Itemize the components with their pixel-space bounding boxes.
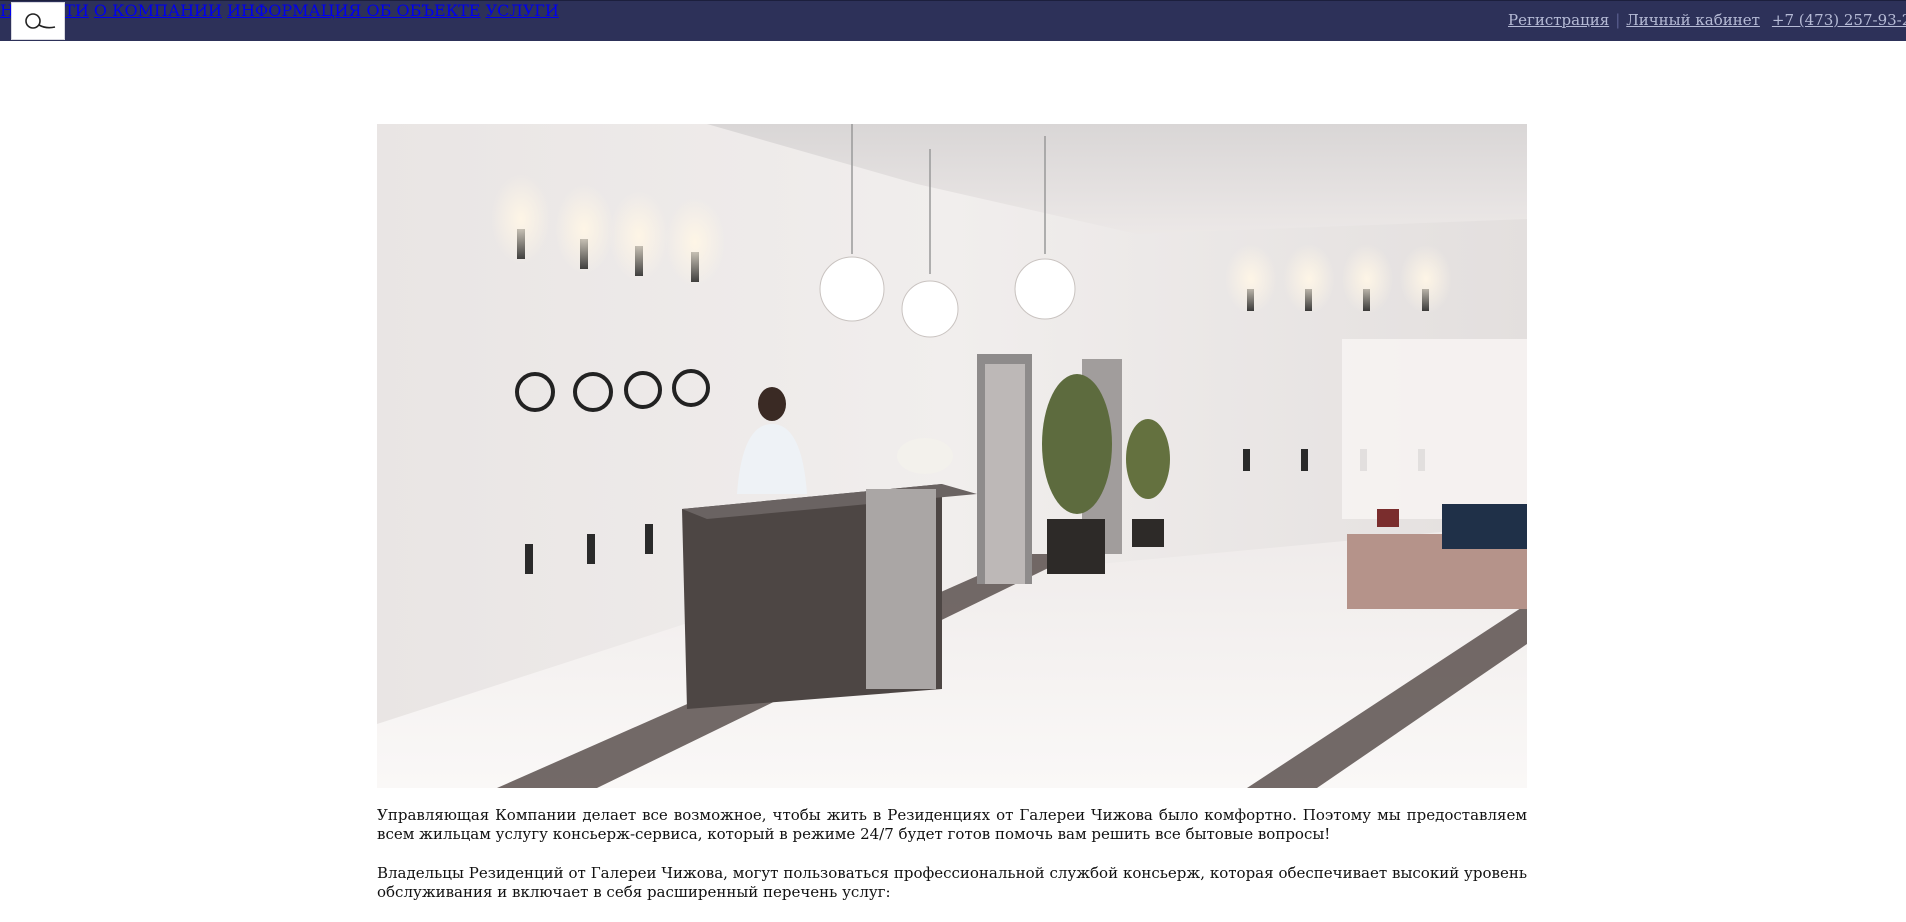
nav-about-company[interactable]: О КОМПАНИИ (94, 1, 222, 20)
personal-cabinet-link[interactable]: Личный кабинет (1626, 11, 1760, 29)
separator: | (1615, 11, 1621, 29)
phone-link[interactable]: +7 (473) 257-93-27 (1772, 11, 1906, 29)
register-link[interactable]: Регистрация (1508, 11, 1609, 29)
logo-search-mark-icon (25, 13, 56, 29)
top-navigation-bar: НОВОСТИ О КОМПАНИИ ИНФОРМАЦИЯ ОБ ОБЪЕКТЕ… (0, 0, 1906, 41)
main-content: Управляющая Компании делает все возможно… (377, 806, 1527, 922)
concierge-paragraph: Владельцы Резиденций от Галереи Чижова, … (377, 864, 1527, 901)
nav-object-info[interactable]: ИНФОРМАЦИЯ ОБ ОБЪЕКТЕ (227, 1, 480, 20)
intro-paragraph: Управляющая Компании делает все возможно… (377, 806, 1527, 843)
logo[interactable] (11, 2, 65, 40)
account-links: Регистрация | Личный кабинет +7 (473) 257-9… (1508, 11, 1906, 29)
lobby-reception-photo (377, 124, 1527, 788)
lobby-illustration (377, 124, 1527, 788)
nav-services[interactable]: УСЛУГИ (486, 1, 559, 20)
